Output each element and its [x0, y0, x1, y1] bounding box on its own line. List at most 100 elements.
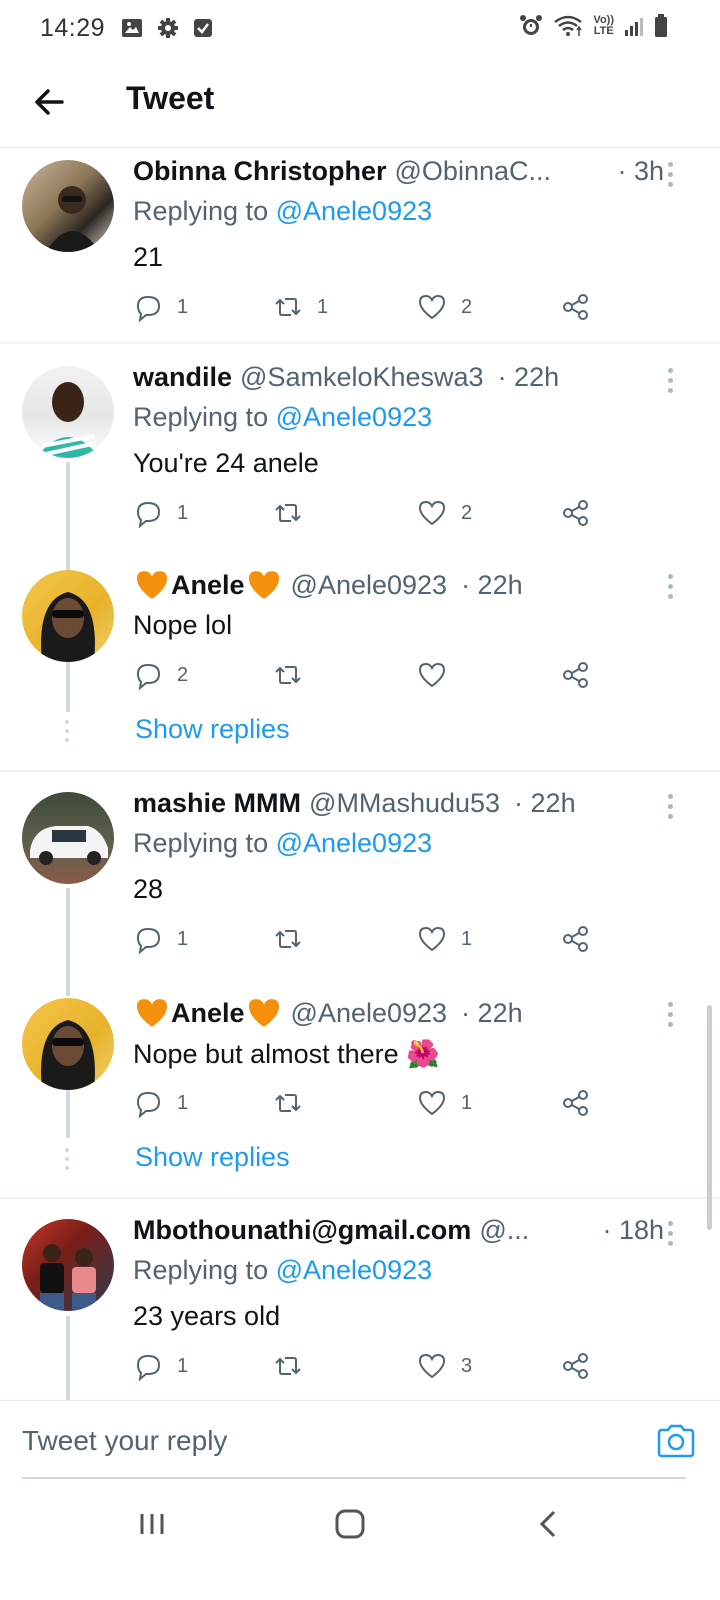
retweet-button[interactable]	[273, 1088, 317, 1118]
share-button[interactable]	[561, 1088, 591, 1118]
heart-icon	[418, 500, 446, 526]
show-replies-link[interactable]: Show replies	[135, 1142, 290, 1173]
reply-button[interactable]: 1	[133, 292, 188, 322]
replying-prefix: Replying to	[133, 402, 276, 432]
heart-icon	[418, 1353, 446, 1379]
like-count: 2	[461, 501, 473, 524]
avatar[interactable]	[22, 1219, 114, 1311]
reply-tweet[interactable]: Anele @Anele0923 · 22h Nope but almost t…	[0, 982, 720, 1198]
display-name[interactable]: Anele	[171, 570, 245, 601]
timestamp: · 18h	[602, 1214, 664, 1245]
retweet-icon	[275, 298, 301, 316]
tweet-text-content: Nope but almost there	[133, 1039, 399, 1069]
signal-icon	[625, 18, 643, 36]
replying-to: Replying to @Anele0923	[133, 196, 432, 227]
reply-composer[interactable]: Tweet your reply	[0, 1400, 720, 1479]
share-icon	[563, 294, 588, 320]
show-replies-link[interactable]: Show replies	[135, 714, 290, 745]
like-button[interactable]	[417, 660, 461, 690]
tweet-header: Mbothounathi@gmail.com @... · 18h	[133, 1213, 664, 1247]
retweet-button[interactable]	[273, 498, 317, 528]
reply-tweet[interactable]: mashie MMM @MMashudu53 · 22h Replying to…	[0, 772, 720, 982]
display-name[interactable]: Mbothounathi@gmail.com	[133, 1215, 471, 1246]
heart-icon	[418, 1090, 446, 1116]
display-name[interactable]: mashie MMM	[133, 788, 301, 819]
volte-bottom-text: LTE	[593, 25, 614, 37]
back-icon[interactable]	[534, 1508, 566, 1540]
reply-button[interactable]: 1	[133, 924, 188, 954]
reply-button[interactable]: 1	[133, 498, 188, 528]
like-button[interactable]: 3	[417, 1351, 472, 1381]
battery-icon	[655, 14, 667, 37]
reply-button[interactable]: 1	[133, 1351, 188, 1381]
reply-tweet[interactable]: wandile @SamkeloKheswa3 · 22h Replying t…	[0, 344, 720, 554]
reply-button[interactable]: 1	[133, 1088, 188, 1118]
reply-tweet[interactable]: Anele @Anele0923 · 22h Nope lol 2 Show r…	[0, 554, 720, 770]
mention-link[interactable]: @Anele0923	[276, 196, 433, 226]
mention-link[interactable]: @Anele0923	[276, 402, 433, 432]
reply-input[interactable]: Tweet your reply	[22, 1425, 227, 1457]
mention-link[interactable]: @Anele0923	[276, 828, 433, 858]
retweet-button[interactable]	[273, 924, 317, 954]
tweet-header: mashie MMM @MMashudu53 · 22h	[133, 786, 664, 820]
arrow-left-icon[interactable]	[30, 82, 70, 122]
share-button[interactable]	[561, 292, 591, 322]
reply-count: 1	[177, 927, 189, 950]
retweet-button[interactable]: 1	[273, 292, 328, 322]
like-button[interactable]: 1	[417, 1088, 472, 1118]
reply-count: 1	[177, 295, 189, 318]
share-button[interactable]	[561, 660, 591, 690]
timestamp: · 22h	[514, 787, 576, 818]
reply-count: 1	[177, 1091, 189, 1114]
home-icon[interactable]	[334, 1508, 366, 1540]
avatar[interactable]	[22, 570, 114, 662]
scrollbar[interactable]	[707, 1005, 712, 1230]
avatar[interactable]	[22, 160, 114, 252]
avatar[interactable]	[22, 366, 114, 458]
reply-tweet[interactable]: Mbothounathi@gmail.com @... · 18h Replyi…	[0, 1199, 720, 1399]
like-count: 1	[461, 927, 473, 950]
share-icon	[563, 926, 588, 952]
display-name[interactable]: wandile	[133, 362, 232, 393]
more-options-icon[interactable]	[668, 574, 674, 604]
more-options-icon[interactable]	[668, 1221, 674, 1251]
tweet-text: 28	[133, 874, 164, 904]
check-box-icon	[194, 19, 213, 37]
reply-button[interactable]: 2	[133, 660, 188, 690]
display-name[interactable]: Anele	[171, 998, 245, 1029]
tweet-actions: 1 1	[133, 1088, 603, 1124]
like-button[interactable]: 2	[417, 292, 472, 322]
avatar[interactable]	[22, 792, 114, 884]
like-button[interactable]: 2	[417, 498, 472, 528]
share-button[interactable]	[561, 924, 591, 954]
reply-icon	[136, 295, 161, 322]
display-name[interactable]: Obinna Christopher	[133, 156, 387, 187]
more-options-icon[interactable]	[668, 794, 674, 824]
replying-prefix: Replying to	[133, 828, 276, 858]
recent-apps-icon[interactable]	[136, 1508, 168, 1540]
reply-tweet[interactable]: Obinna Christopher @ObinnaC... · 3h Repl…	[0, 148, 720, 344]
retweet-button[interactable]	[273, 660, 317, 690]
timestamp: · 22h	[461, 997, 523, 1028]
like-button[interactable]: 1	[417, 924, 472, 954]
tweet-header: wandile @SamkeloKheswa3 · 22h	[133, 360, 664, 394]
retweet-button[interactable]	[273, 1351, 317, 1381]
share-button[interactable]	[561, 1351, 591, 1381]
more-options-icon[interactable]	[668, 162, 674, 192]
tweet-header: Anele @Anele0923 · 22h	[133, 996, 664, 1030]
share-icon	[563, 1353, 588, 1379]
more-options-icon[interactable]	[668, 1002, 674, 1032]
more-options-icon[interactable]	[668, 368, 674, 398]
retweet-icon	[275, 1357, 301, 1375]
retweet-count: 1	[317, 295, 329, 318]
tweet-actions: 2	[133, 660, 603, 696]
mention-link[interactable]: @Anele0923	[276, 1255, 433, 1285]
tweet-text: Nope lol	[133, 610, 233, 640]
camera-icon[interactable]	[656, 1423, 696, 1459]
tweet-text: 23 years old	[133, 1301, 281, 1331]
timestamp: · 22h	[461, 569, 523, 600]
replying-to: Replying to @Anele0923	[133, 402, 432, 433]
avatar[interactable]	[22, 998, 114, 1090]
share-button[interactable]	[561, 498, 591, 528]
retweet-icon	[275, 930, 301, 948]
